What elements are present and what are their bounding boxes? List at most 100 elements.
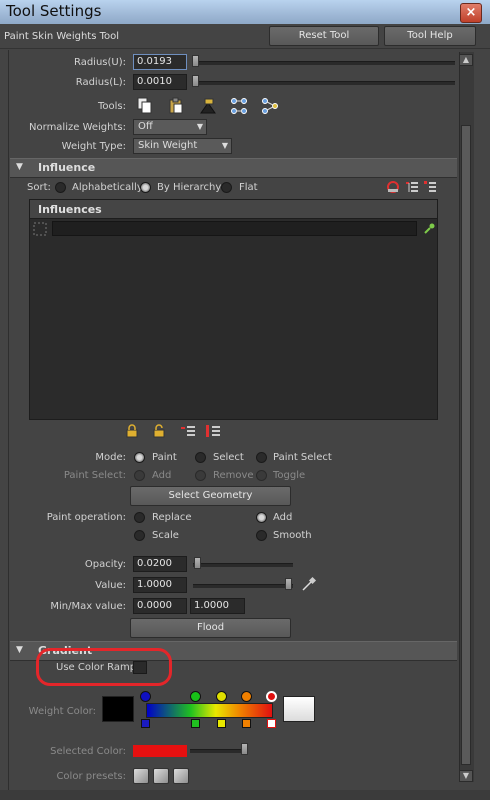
tool-help-button[interactable]: Tool Help bbox=[384, 26, 476, 46]
unlock-selected-icon[interactable] bbox=[152, 424, 166, 438]
reset-tool-button[interactable]: Reset Tool bbox=[269, 26, 379, 46]
paint-select-remove-radio[interactable] bbox=[195, 470, 206, 481]
panel-frame bbox=[8, 50, 9, 790]
collapse-triangle-icon[interactable]: ▼ bbox=[16, 162, 23, 172]
influences-list-header: Influences bbox=[30, 200, 437, 219]
expand-list-icon[interactable] bbox=[180, 424, 196, 438]
selected-color-swatch[interactable] bbox=[133, 745, 187, 757]
ramp-stop-red[interactable] bbox=[267, 719, 276, 728]
min-value-field[interactable]: 0.0000 bbox=[133, 598, 187, 614]
copy-icon[interactable] bbox=[137, 97, 153, 115]
prune-influence-icon[interactable] bbox=[386, 180, 400, 194]
sort-label: Sort: bbox=[27, 182, 51, 193]
ramp-marker-yellow[interactable] bbox=[216, 691, 227, 702]
list-view-icon[interactable] bbox=[405, 180, 419, 194]
eyedropper-icon[interactable] bbox=[301, 576, 317, 592]
move-weights-icon[interactable] bbox=[230, 97, 248, 115]
opacity-label: Opacity: bbox=[84, 559, 126, 570]
influences-list-title: Influences bbox=[38, 203, 102, 216]
close-button[interactable]: × bbox=[460, 3, 482, 23]
chevron-down-icon: ▼ bbox=[221, 141, 228, 150]
tool-header: Paint Skin Weights Tool Reset Tool Tool … bbox=[0, 24, 490, 49]
window-titlebar: Tool Settings × bbox=[0, 0, 490, 25]
weight-color-swatch[interactable] bbox=[102, 696, 134, 722]
tools-label: Tools: bbox=[97, 101, 126, 112]
radius-l-field[interactable]: 0.0010 bbox=[133, 74, 187, 90]
radius-l-slider-knob[interactable] bbox=[192, 75, 199, 87]
max-value-field[interactable]: 1.0000 bbox=[190, 598, 245, 614]
ramp-marker-blue[interactable] bbox=[140, 691, 151, 702]
window-title: Tool Settings bbox=[6, 2, 102, 20]
weight-type-label: Weight Type: bbox=[61, 141, 126, 152]
mode-paint-select-radio[interactable] bbox=[256, 452, 267, 463]
chevron-down-icon: ▼ bbox=[196, 122, 203, 131]
paint-select-add-radio[interactable] bbox=[134, 470, 145, 481]
ramp-stop-green[interactable] bbox=[191, 719, 200, 728]
ramp-marker-green[interactable] bbox=[190, 691, 201, 702]
paint-select-toggle-radio[interactable] bbox=[256, 470, 267, 481]
collapse-list-icon[interactable] bbox=[205, 424, 221, 438]
radius-u-field[interactable]: 0.0193 bbox=[133, 54, 187, 70]
collapse-triangle-icon[interactable]: ▼ bbox=[16, 645, 23, 655]
weight-type-dropdown[interactable]: Skin Weight ▼ bbox=[133, 138, 232, 154]
radius-u-slider-knob[interactable] bbox=[192, 55, 199, 67]
selected-color-label: Selected Color: bbox=[50, 746, 126, 757]
lock-selected-icon[interactable] bbox=[125, 424, 139, 438]
list-tree-icon[interactable] bbox=[423, 180, 437, 194]
normalize-weights-label: Normalize Weights: bbox=[29, 122, 126, 133]
pin-icon[interactable] bbox=[422, 222, 436, 236]
mode-select-radio[interactable] bbox=[195, 452, 206, 463]
color-presets-label: Color presets: bbox=[56, 771, 126, 782]
color-preset-2[interactable] bbox=[153, 768, 169, 784]
sort-by-hierarchy-radio[interactable] bbox=[140, 182, 151, 193]
influence-section-title: Influence bbox=[38, 161, 96, 174]
opacity-slider-knob[interactable] bbox=[194, 557, 201, 569]
influence-section-header[interactable]: ▼ Influence bbox=[10, 158, 457, 178]
ramp-marker-red[interactable] bbox=[266, 691, 277, 702]
weight-hammer-icon[interactable] bbox=[199, 97, 217, 115]
value-slider[interactable] bbox=[193, 584, 293, 588]
paint-op-replace-radio[interactable] bbox=[134, 512, 145, 523]
radius-l-label: Radius(L): bbox=[75, 77, 126, 88]
influence-filter-input[interactable] bbox=[52, 221, 417, 236]
color-ramp-bar[interactable] bbox=[146, 703, 273, 718]
scroll-down-icon[interactable]: ▼ bbox=[459, 770, 473, 782]
value-field[interactable]: 1.0000 bbox=[133, 577, 187, 593]
minmax-label: Min/Max value: bbox=[50, 601, 126, 612]
ramp-stop-blue[interactable] bbox=[141, 719, 150, 728]
paint-op-scale-radio[interactable] bbox=[134, 530, 145, 541]
opacity-field[interactable]: 0.0200 bbox=[133, 556, 187, 572]
paint-select-add-label: Add bbox=[152, 470, 172, 481]
radius-u-slider[interactable] bbox=[193, 61, 455, 65]
sort-alphabetically-radio[interactable] bbox=[55, 182, 66, 193]
paint-select-label: Paint Select: bbox=[63, 470, 126, 481]
show-influences-icon[interactable] bbox=[261, 97, 279, 115]
ramp-stop-yellow[interactable] bbox=[217, 719, 226, 728]
radius-l-slider[interactable] bbox=[193, 81, 455, 85]
mode-paint-radio[interactable] bbox=[134, 452, 145, 463]
ramp-marker-orange[interactable] bbox=[241, 691, 252, 702]
selected-color-slider-knob[interactable] bbox=[241, 743, 248, 755]
weight-color-end-swatch[interactable] bbox=[283, 696, 315, 722]
normalize-weights-dropdown[interactable]: Off ▼ bbox=[133, 119, 207, 135]
paint-op-smooth-radio[interactable] bbox=[256, 530, 267, 541]
paint-op-add-radio[interactable] bbox=[256, 512, 267, 523]
ramp-stop-orange[interactable] bbox=[242, 719, 251, 728]
value-label: Value: bbox=[95, 580, 126, 591]
paste-icon[interactable] bbox=[168, 97, 184, 115]
value-slider-knob[interactable] bbox=[285, 578, 292, 590]
scrollbar-thumb[interactable] bbox=[461, 125, 471, 765]
scroll-up-icon[interactable]: ▲ bbox=[459, 54, 473, 66]
influences-list[interactable]: Influences bbox=[29, 199, 438, 420]
flood-button[interactable]: Flood bbox=[130, 618, 291, 638]
filter-dotted-icon[interactable] bbox=[33, 222, 47, 236]
color-preset-3[interactable] bbox=[173, 768, 189, 784]
sort-by-hierarchy-label: By Hierarchy bbox=[157, 182, 222, 193]
mode-label: Mode: bbox=[95, 452, 126, 463]
select-geometry-button[interactable]: Select Geometry bbox=[130, 486, 291, 506]
opacity-slider[interactable] bbox=[193, 563, 293, 567]
selected-color-slider[interactable] bbox=[190, 749, 248, 753]
sort-flat-radio[interactable] bbox=[221, 182, 232, 193]
mode-paint-select-label: Paint Select bbox=[273, 452, 332, 463]
color-preset-1[interactable] bbox=[133, 768, 149, 784]
